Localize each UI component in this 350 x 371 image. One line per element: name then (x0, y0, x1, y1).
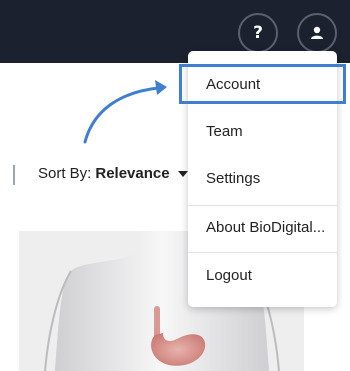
menu-item-settings[interactable]: Settings (188, 155, 337, 201)
sort-label: Sort By: (38, 165, 92, 182)
user-icon (311, 26, 323, 39)
caret-down-icon (177, 170, 188, 177)
sort-value: Relevance (95, 165, 170, 182)
sort-dropdown[interactable]: Sort By: Relevance (38, 165, 188, 182)
help-button[interactable]: ? (238, 13, 278, 53)
menu-item-team[interactable]: Team (188, 108, 337, 154)
annotation-arrow (83, 80, 167, 144)
question-mark-icon: ? (253, 23, 263, 43)
menu-item-about[interactable]: About BioDigital... (188, 204, 337, 250)
user-menu-button[interactable] (297, 13, 337, 53)
menu-item-logout[interactable]: Logout (188, 252, 337, 298)
toolbar-divider (13, 165, 15, 185)
account-highlight-box (179, 64, 346, 104)
